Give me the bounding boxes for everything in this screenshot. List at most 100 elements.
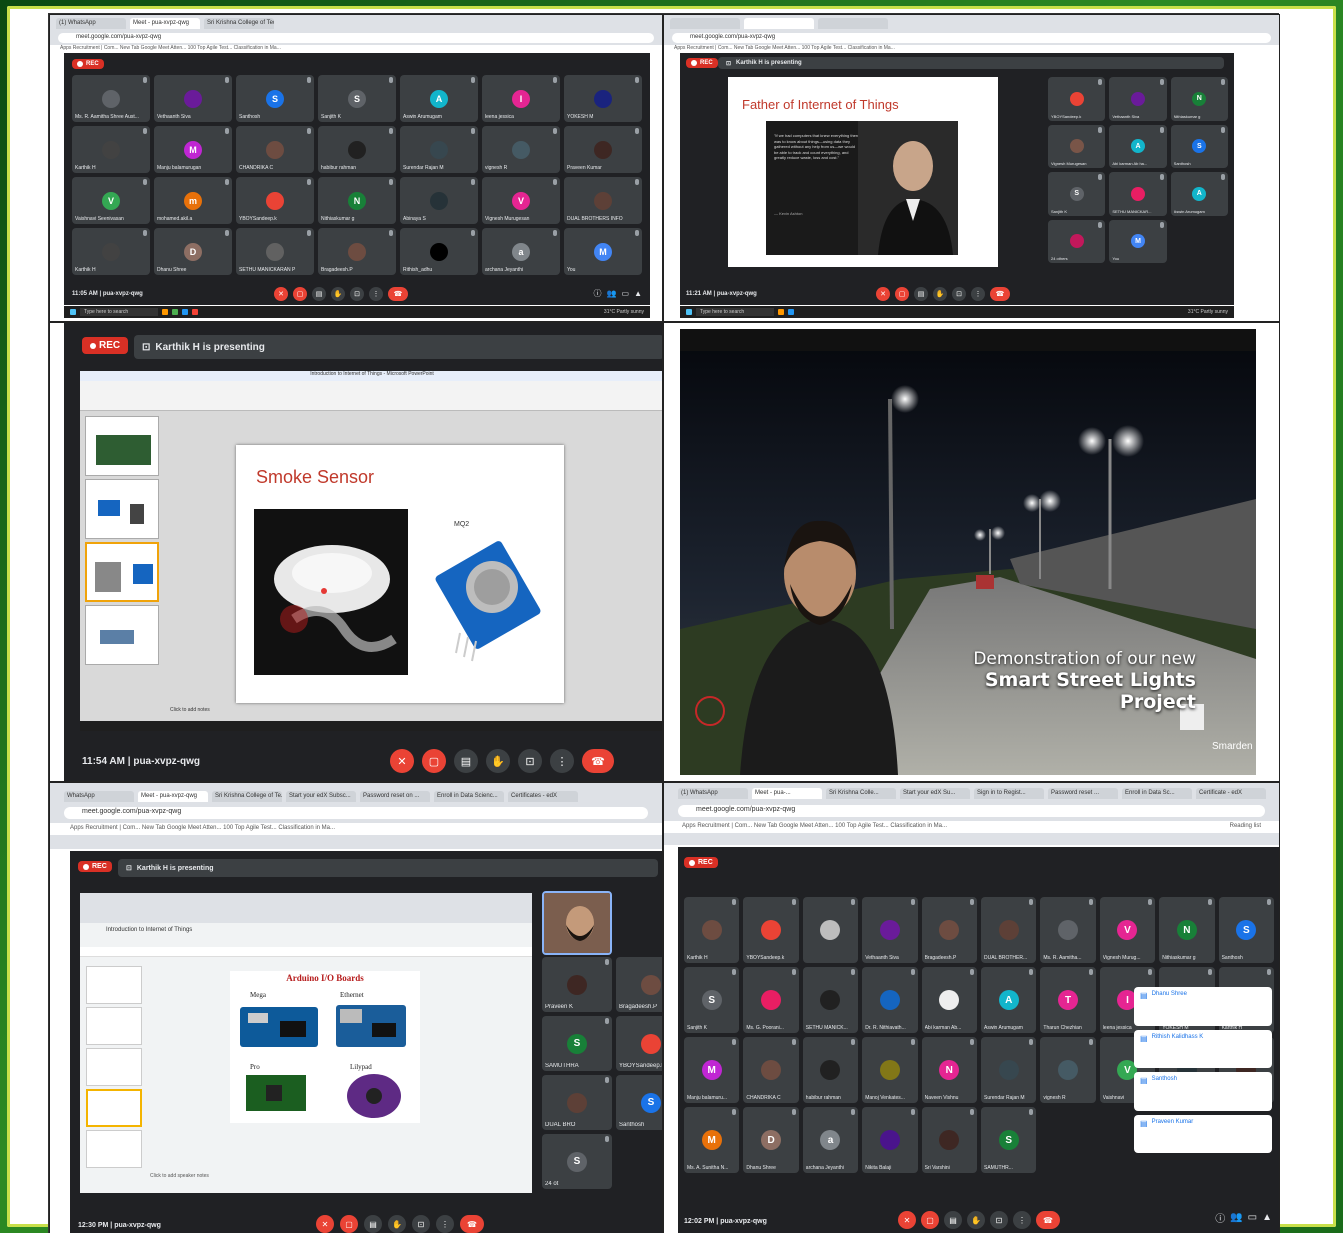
participant-tile[interactable]: YBOYSandeep.k	[743, 897, 799, 963]
participant-tile[interactable]: m mohamed.akil.a	[154, 177, 232, 224]
participant-tile[interactable]: T Tharun Chezhian	[1040, 967, 1096, 1033]
mic-off-button[interactable]: ✕	[274, 287, 288, 301]
participant-tile[interactable]: Ileena jessica	[482, 75, 560, 122]
tab[interactable]: WhatsApp	[64, 791, 134, 802]
participant-tile[interactable]: A Aswin Arumugam	[981, 967, 1037, 1033]
participant-tile[interactable]: Dr. R. Nithiavath...	[862, 967, 918, 1033]
raise-hand-button[interactable]: ✋	[331, 287, 345, 301]
leave-call-button[interactable]: ☎	[460, 1215, 484, 1233]
participant-tile[interactable]: Karthik H	[684, 897, 740, 963]
more-options-button[interactable]: ⋮	[971, 287, 985, 301]
participant-tile[interactable]: SETHU MANICK...	[802, 967, 859, 1033]
windows-start-icon[interactable]	[70, 309, 76, 315]
address-bar[interactable]: meet.google.com/pua-xvpz-qwg	[64, 807, 648, 819]
join-notification[interactable]: ▤ Dhanu Shree	[1134, 987, 1272, 1026]
participant-tile[interactable]: Bragadeesh.P	[616, 957, 662, 1012]
taskbar-app-icon[interactable]	[172, 309, 179, 315]
captions-button[interactable]: ▤	[312, 287, 326, 301]
participant-tile[interactable]: M You	[1109, 219, 1167, 263]
speaker-notes[interactable]: Click to add speaker notes	[150, 1173, 209, 1179]
slide-thumb[interactable]	[86, 1089, 142, 1127]
slide-thumb[interactable]	[85, 416, 159, 476]
present-button[interactable]: ⊡	[412, 1215, 430, 1233]
info-icon[interactable]: ⓘ	[594, 288, 602, 299]
participant-tile[interactable]: S Sanjith K	[1048, 172, 1106, 216]
more-options-button[interactable]: ⋮	[369, 287, 383, 301]
leave-call-button[interactable]: ☎	[388, 287, 408, 301]
participant-tile[interactable]: a archana Jeyanthi	[802, 1107, 859, 1173]
participant-tile[interactable]: SETHU MANICKAR...	[1109, 172, 1167, 216]
participant-tile[interactable]: M You	[564, 228, 642, 275]
participant-tile[interactable]: M Manju balamurugan	[154, 126, 232, 173]
mic-off-button[interactable]: ✕	[390, 749, 414, 773]
leave-call-button[interactable]: ☎	[1036, 1211, 1060, 1229]
participant-tile[interactable]: YBOYSandeep.k	[236, 177, 314, 224]
participant-tile[interactable]: S SAMUTHRA	[542, 1016, 612, 1071]
slide-thumb[interactable]	[86, 966, 142, 1004]
people-icon[interactable]: 👥	[607, 289, 617, 298]
present-button[interactable]: ⊡	[518, 749, 542, 773]
more-options-button[interactable]: ⋮	[436, 1215, 454, 1233]
participant-tile[interactable]: Nikita Balaji	[862, 1107, 918, 1173]
slide-thumb[interactable]	[85, 542, 159, 602]
present-button[interactable]: ⊡	[350, 287, 364, 301]
leave-call-button[interactable]: ☎	[990, 287, 1010, 301]
raise-hand-button[interactable]: ✋	[486, 749, 510, 773]
tab[interactable]: Start your edX Subsc...	[286, 791, 356, 802]
participant-tile[interactable]: a archana Jeyanthi	[482, 228, 560, 275]
mic-off-button[interactable]: ✕	[898, 1211, 916, 1229]
participant-tile[interactable]: A Aswin Arumugam	[1170, 172, 1228, 216]
slide-thumb[interactable]	[86, 1007, 142, 1045]
activities-icon[interactable]: ▲	[634, 289, 642, 298]
camera-off-button[interactable]: ▢	[340, 1215, 358, 1233]
participant-tile[interactable]: V Vaishnavi Seenivasan	[72, 177, 150, 224]
raise-hand-button[interactable]: ✋	[967, 1211, 985, 1229]
tab[interactable]: Meet - pua-xvpz-qwg	[138, 791, 208, 802]
participant-tile[interactable]: Vethaanth Siva	[1109, 77, 1167, 121]
participant-tile[interactable]: Vignesh Murugesan	[1048, 124, 1106, 168]
participant-tile[interactable]: N Naveen Vishnu	[921, 1037, 977, 1103]
participant-tile[interactable]: 24 others	[1048, 219, 1106, 263]
mic-off-button[interactable]: ✕	[316, 1215, 334, 1233]
join-notification[interactable]: ▤ Praveen Kumar	[1134, 1114, 1272, 1153]
participant-tile[interactable]: Ms. R. Aamitha...	[1040, 897, 1096, 963]
participant-tile[interactable]: YOKESH M	[564, 75, 642, 122]
participant-tile[interactable]: V Vignesh Murugesan	[482, 177, 560, 224]
slide-thumb[interactable]	[86, 1130, 142, 1168]
slide-thumb[interactable]	[85, 605, 159, 665]
tab[interactable]: Sign in to Regist...	[974, 788, 1044, 799]
participant-tile[interactable]: S Santhosh	[616, 1075, 662, 1130]
participant-tile[interactable]: A Aswin Arumugam	[400, 75, 478, 122]
more-options-button[interactable]: ⋮	[1013, 1211, 1031, 1229]
participant-tile[interactable]: Praveen Kumar	[564, 126, 642, 173]
leave-call-button[interactable]: ☎	[582, 749, 614, 773]
participant-tile[interactable]: Praveen K	[542, 957, 612, 1012]
participant-tile[interactable]: Surendar Rajan M	[981, 1037, 1037, 1103]
captions-button[interactable]: ▤	[944, 1211, 962, 1229]
taskbar-app-icon[interactable]	[778, 309, 785, 315]
join-notification[interactable]: ▤ Rithish Kalidhass K	[1134, 1029, 1272, 1068]
chat-icon[interactable]: ▭	[1248, 1212, 1257, 1223]
tab[interactable]: Certificates - edX	[508, 791, 578, 802]
tab[interactable]: Sri Krishna College of Te...	[212, 791, 282, 802]
participant-tile[interactable]: N Nithiaskumar g	[1159, 897, 1215, 963]
taskbar-app-icon[interactable]	[788, 309, 795, 315]
participant-tile[interactable]: M Manju balamuru...	[684, 1037, 740, 1103]
join-notification[interactable]: ▤ Santhosh	[1134, 1072, 1272, 1111]
tab[interactable]	[744, 18, 814, 29]
tab[interactable]	[670, 18, 740, 29]
participant-tile[interactable]: Abi karman Ab...	[921, 967, 977, 1033]
participant-tile[interactable]: S Santhosh	[236, 75, 314, 122]
tab[interactable]: (1) WhatsApp	[56, 18, 126, 29]
participant-tile[interactable]: Vethaanth Siva	[154, 75, 232, 122]
taskbar-search[interactable]: Type here to search	[80, 308, 159, 316]
participant-tile[interactable]: Bragadeesh.P	[318, 228, 396, 275]
raise-hand-button[interactable]: ✋	[933, 287, 947, 301]
ppt-notes[interactable]: Click to add notes	[170, 707, 210, 713]
captions-button[interactable]: ▤	[914, 287, 928, 301]
participant-tile[interactable]: Karthik H	[72, 228, 150, 275]
taskbar-app-icon[interactable]	[162, 309, 169, 315]
participant-tile[interactable]: Vethaanth Siva	[862, 897, 918, 963]
present-button[interactable]: ⊡	[952, 287, 966, 301]
tab[interactable]: Password reset on ...	[360, 791, 430, 802]
